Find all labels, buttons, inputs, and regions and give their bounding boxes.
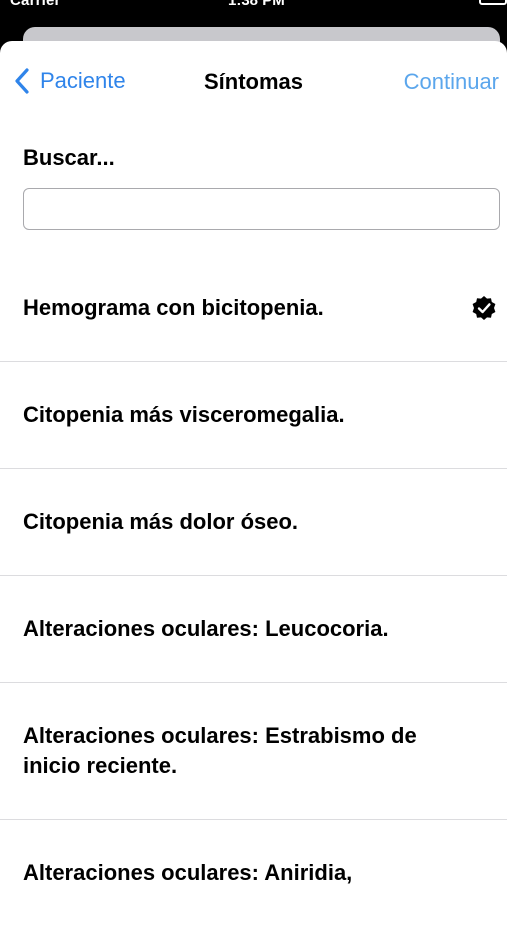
search-label: Buscar... [23, 145, 115, 170]
battery-icon [479, 0, 507, 5]
symptom-label: Citopenia más visceromegalia. [23, 402, 345, 427]
symptom-row-dolor-oseo[interactable]: Citopenia más dolor óseo. [0, 469, 507, 576]
status-time: 1:38 PM [228, 0, 285, 9]
status-bar: Carrier ◠ 1:38 PM [0, 0, 507, 12]
symptom-list: Hemograma con bicitopenia. Citopenia más… [0, 254, 507, 940]
symptom-row-estrabismo[interactable]: Alteraciones oculares: Estrabismo de ini… [0, 683, 507, 820]
search-input[interactable] [23, 188, 500, 230]
symptom-label: Citopenia más dolor óseo. [23, 509, 299, 534]
symptom-row-leucocoria[interactable]: Alteraciones oculares: Leucocoria. [0, 576, 507, 683]
symptom-row-aniridia[interactable]: Alteraciones oculares: Aniridia, [0, 820, 507, 940]
modal-sheet: Paciente Síntomas Continuar Buscar... He… [0, 41, 507, 941]
navigation-bar: Paciente Síntomas Continuar [0, 41, 507, 121]
checkmark-seal-icon [472, 295, 496, 320]
symptom-row-visceromegalia[interactable]: Citopenia más visceromegalia. [0, 362, 507, 469]
wifi-icon: ◠ [70, 0, 82, 7]
symptom-label: Alteraciones oculares: Estrabismo de ini… [23, 723, 417, 778]
carrier-label: Carrier [10, 0, 61, 9]
symptom-row-hemograma[interactable]: Hemograma con bicitopenia. [0, 254, 507, 362]
continue-button[interactable]: Continuar [404, 69, 499, 95]
symptom-label: Hemograma con bicitopenia. [23, 294, 324, 320]
symptom-label: Alteraciones oculares: Leucocoria. [23, 616, 389, 641]
symptom-label: Alteraciones oculares: Aniridia, [23, 860, 353, 885]
